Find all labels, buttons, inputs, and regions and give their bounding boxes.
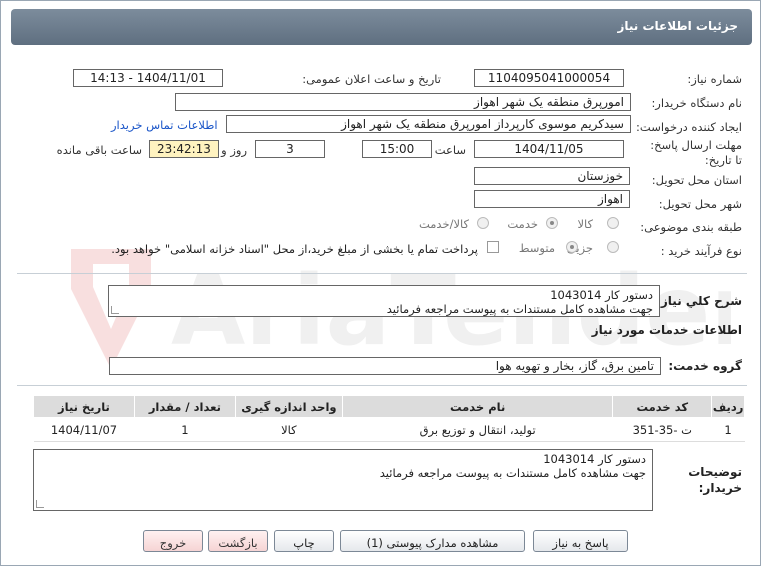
window-title: جزئیات اطلاعات نیاز (11, 9, 752, 45)
days-value: 3 (255, 140, 325, 158)
exit-button[interactable]: خروج (143, 530, 203, 552)
city-value: اهواز (474, 190, 630, 208)
col-header-row-number: ردیف (711, 395, 745, 418)
need-summary-line-1: دستور کار 1043014 (550, 288, 653, 302)
category-radio-goods-service[interactable] (477, 217, 489, 229)
category-option-service: خدمت (507, 217, 538, 231)
services-info-title: اطلاعات خدمات مورد نیاز (591, 323, 742, 337)
buyer-notes-label-line-1: توضیحات (688, 465, 742, 479)
buyer-notes-line-1: دستور کار 1043014 (543, 452, 646, 466)
col-header-need-date: تاریخ نیاز (33, 395, 135, 418)
table-header-row: ردیف کد خدمت نام خدمت واحد اندازه گیری ت… (33, 395, 745, 418)
service-group-value: تامین برق، گاز، بخار و تهویه هوا (109, 357, 661, 375)
province-label: استان محل تحویل: (651, 173, 742, 187)
process-radio-minor[interactable] (607, 241, 619, 253)
cell-service-code: ت -35-351 (612, 417, 712, 442)
col-header-service-name: نام خدمت (341, 395, 614, 418)
category-option-goods: کالا (577, 217, 593, 231)
and-day-label: روز و (221, 143, 247, 157)
need-summary-label: شرح کلي نياز: (656, 294, 742, 308)
category-radio-service[interactable] (546, 217, 558, 229)
resize-grip-icon[interactable] (111, 306, 119, 314)
time-remaining-label: ساعت باقی مانده (56, 143, 142, 157)
time-remaining-value: 23:42:13 (149, 140, 219, 158)
col-header-service-code: کد خدمت (612, 395, 713, 418)
process-option-medium: متوسط (518, 241, 555, 255)
treasury-payment-checkbox[interactable] (487, 241, 499, 253)
cell-quantity: 1 (134, 417, 236, 442)
requester-label: ایجاد کننده درخواست: (636, 120, 742, 134)
buyer-notes-textarea[interactable]: دستور کار 1043014 جهت مشاهده کامل مستندا… (33, 449, 653, 511)
category-radio-goods[interactable] (607, 217, 619, 229)
cell-service-name: تولید، انتقال و توزیع برق (342, 417, 613, 442)
need-number-label: شماره نیاز: (687, 72, 742, 86)
table-row: 1 ت -35-351 تولید، انتقال و توزیع برق کا… (33, 417, 745, 442)
col-header-unit: واحد اندازه گیری (234, 395, 343, 418)
category-label: طبقه بندی موضوعی: (640, 220, 742, 234)
cell-need-date: 1404/11/07 (33, 417, 135, 442)
deadline-time-value: 15:00 (362, 140, 432, 158)
col-header-quantity: تعداد / مقدار (133, 395, 236, 418)
contact-buyer-link[interactable]: اطلاعات تماس خریدار (111, 118, 218, 132)
buyer-notes-label-line-2: خریدار: (698, 481, 742, 495)
print-button[interactable]: چاپ (274, 530, 334, 552)
city-label: شهر محل تحویل: (658, 197, 742, 211)
divider-1 (17, 273, 747, 274)
service-group-label: گروه خدمت: (668, 359, 742, 373)
deadline-label: مهلت ارسال پاسخ: تا تاریخ: (650, 138, 742, 167)
back-button[interactable]: بازگشت (208, 530, 268, 552)
need-summary-textarea[interactable]: دستور کار 1043014 جهت مشاهده کامل مستندا… (108, 285, 660, 317)
services-table: ردیف کد خدمت نام خدمت واحد اندازه گیری ت… (33, 395, 745, 442)
cell-row-number: 1 (711, 417, 745, 442)
buyer-notes-line-2: جهت مشاهده کامل مستندات به پیوست مراجعه … (379, 466, 646, 480)
respond-button[interactable]: پاسخ به نیاز (533, 530, 628, 552)
divider-2 (17, 385, 747, 386)
resize-grip-icon[interactable] (36, 500, 44, 508)
announce-datetime-label: تاریخ و ساعت اعلان عمومی: (302, 72, 441, 86)
treasury-payment-note: پرداخت تمام یا بخشی از مبلغ خرید،از محل … (111, 242, 478, 256)
need-number-value: 1104095041000054 (474, 69, 624, 87)
deadline-time-label: ساعت (434, 143, 466, 157)
process-type-label: نوع فرآیند خرید : (660, 244, 742, 258)
process-radio-medium[interactable] (566, 241, 578, 253)
buyer-org-label: نام دستگاه خریدار: (651, 96, 742, 110)
view-attachments-button[interactable]: مشاهده مدارک پیوستی (1) (340, 530, 525, 552)
need-details-window: جزئیات اطلاعات نیاز AriaTender شماره نیا… (0, 0, 761, 566)
province-value: خوزستان (474, 167, 630, 185)
buyer-org-value: امورپرق منطقه یک شهر اهواز (175, 93, 631, 111)
requester-value: سیدکریم موسوی کارپرداز امورپرق منطقه یک … (226, 115, 631, 133)
deadline-date-value: 1404/11/05 (474, 140, 624, 158)
cell-unit: کالا (235, 417, 343, 442)
need-summary-line-2: جهت مشاهده کامل مستندات به پیوست مراجعه … (386, 302, 653, 316)
announce-datetime-value: 1404/11/01 - 14:13 (73, 69, 223, 87)
category-option-goods-service: کالا/خدمت (418, 217, 469, 231)
